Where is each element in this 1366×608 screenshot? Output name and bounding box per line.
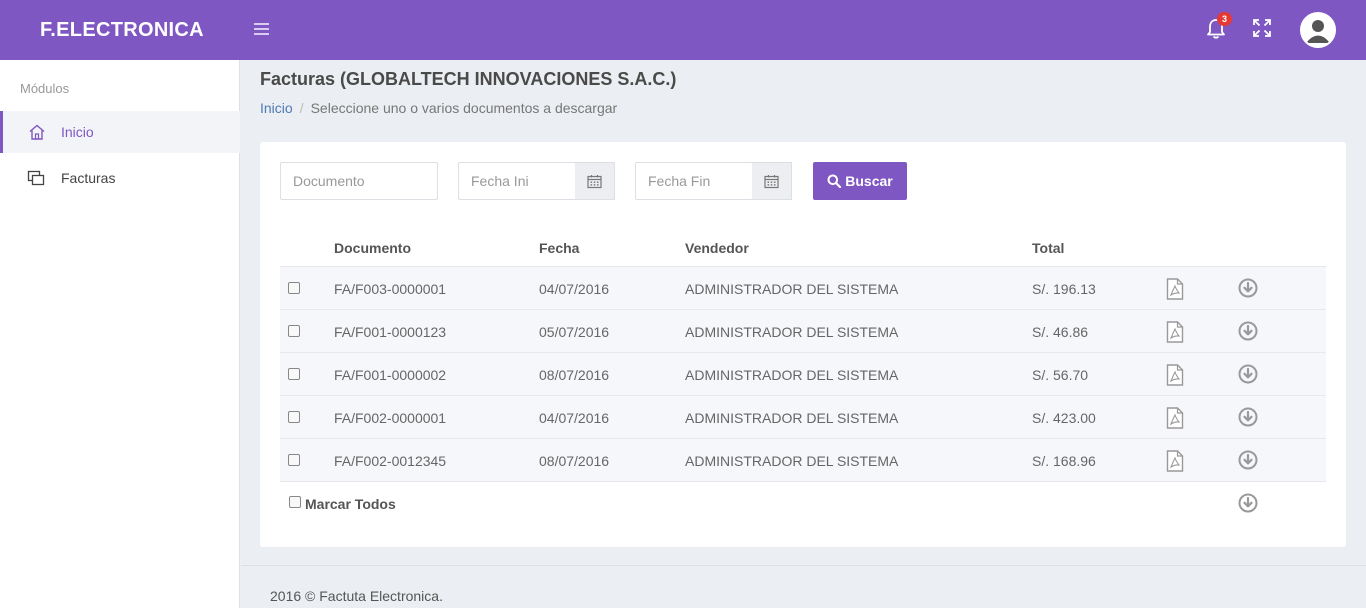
calendar-icon xyxy=(587,175,602,189)
documento-input[interactable] xyxy=(280,162,438,200)
mark-all-checkbox[interactable] xyxy=(289,496,301,508)
download-icon[interactable] xyxy=(1238,407,1258,427)
footer-copyright: 2016 © Factuta Electronica. xyxy=(270,588,443,604)
cell-vendedor: ADMINISTRADOR DEL SISTEMA xyxy=(685,324,899,340)
pdf-file-icon[interactable] xyxy=(1166,364,1184,386)
pdf-file-icon[interactable] xyxy=(1166,321,1184,343)
column-header-fecha: Fecha xyxy=(539,240,580,256)
breadcrumb: Inicio / Seleccione uno o varios documento… xyxy=(260,100,618,116)
cell-documento: FA/F001-0000002 xyxy=(334,367,447,383)
user-icon xyxy=(1302,14,1334,46)
sidebar-item-facturas[interactable]: Facturas xyxy=(0,157,240,199)
cell-total: S/. 196.13 xyxy=(1032,281,1096,297)
download-all-icon[interactable] xyxy=(1238,493,1258,513)
table-row: FA/F001-0000002 08/07/2016 ADMINISTRADOR… xyxy=(280,353,1326,396)
search-icon xyxy=(827,174,842,189)
cell-vendedor: ADMINISTRADOR DEL SISTEMA xyxy=(685,281,899,297)
pdf-file-icon[interactable] xyxy=(1166,278,1184,300)
cell-documento: FA/F002-0012345 xyxy=(334,453,447,469)
column-header-vendedor: Vendedor xyxy=(685,240,749,256)
cell-documento: FA/F001-0000123 xyxy=(334,324,447,340)
search-button-label: Buscar xyxy=(845,173,893,189)
table-row: FA/F003-0000001 04/07/2016 ADMINISTRADOR… xyxy=(280,267,1326,310)
cell-vendedor: ADMINISTRADOR DEL SISTEMA xyxy=(685,410,899,426)
menu-toggle-icon[interactable] xyxy=(254,23,269,37)
calendar-icon xyxy=(764,175,779,189)
row-checkbox[interactable] xyxy=(288,325,300,337)
fecha-ini-calendar-button[interactable] xyxy=(575,162,615,200)
top-navbar: F.ELECTRONICA 3 xyxy=(0,0,1366,60)
cell-documento: FA/F003-0000001 xyxy=(334,281,447,297)
page-footer: 2016 © Factuta Electronica. xyxy=(241,565,1366,608)
row-checkbox[interactable] xyxy=(288,411,300,423)
row-checkbox[interactable] xyxy=(288,368,300,380)
row-checkbox[interactable] xyxy=(288,282,300,294)
cell-documento: FA/F002-0000001 xyxy=(334,410,447,426)
download-icon[interactable] xyxy=(1238,321,1258,341)
fullscreen-icon[interactable] xyxy=(1253,19,1271,37)
column-header-total: Total xyxy=(1032,240,1065,256)
cell-vendedor: ADMINISTRADOR DEL SISTEMA xyxy=(685,367,899,383)
mark-all-label[interactable]: Marcar Todos xyxy=(305,496,396,512)
cell-fecha: 04/07/2016 xyxy=(539,410,610,426)
fecha-fin-calendar-button[interactable] xyxy=(752,162,792,200)
cell-total: S/. 423.00 xyxy=(1032,410,1096,426)
search-button[interactable]: Buscar xyxy=(813,162,907,200)
table-row: FA/F002-0012345 08/07/2016 ADMINISTRADOR… xyxy=(280,439,1326,482)
download-icon[interactable] xyxy=(1238,450,1258,470)
pdf-file-icon[interactable] xyxy=(1166,450,1184,472)
cell-fecha: 04/07/2016 xyxy=(539,281,610,297)
table-footer-row: Marcar Todos xyxy=(280,484,1326,524)
fecha-ini-input[interactable] xyxy=(458,162,576,200)
cell-total: S/. 168.96 xyxy=(1032,453,1096,469)
cell-vendedor: ADMINISTRADOR DEL SISTEMA xyxy=(685,453,899,469)
cell-fecha: 08/07/2016 xyxy=(539,367,610,383)
fecha-fin-input[interactable] xyxy=(635,162,753,200)
invoices-card: Buscar Documento Fecha Vendedor Total FA… xyxy=(260,142,1346,547)
download-icon[interactable] xyxy=(1238,364,1258,384)
home-icon xyxy=(29,124,45,140)
cell-fecha: 08/07/2016 xyxy=(539,453,610,469)
pdf-file-icon[interactable] xyxy=(1166,407,1184,429)
table-row: FA/F002-0000001 04/07/2016 ADMINISTRADOR… xyxy=(280,396,1326,439)
cell-total: S/. 56.70 xyxy=(1032,367,1089,383)
sidebar-title: Módulos xyxy=(20,81,70,96)
user-avatar[interactable] xyxy=(1300,12,1336,48)
cell-fecha: 05/07/2016 xyxy=(539,324,610,340)
breadcrumb-home-link[interactable]: Inicio xyxy=(260,100,293,116)
sidebar-item-label: Inicio xyxy=(61,124,94,140)
sidebar: Módulos Inicio Facturas xyxy=(0,60,240,608)
sidebar-item-inicio[interactable]: Inicio xyxy=(0,111,240,153)
row-checkbox[interactable] xyxy=(288,454,300,466)
breadcrumb-current: Seleccione uno o varios documentos a des… xyxy=(310,100,618,116)
table-row: FA/F001-0000123 05/07/2016 ADMINISTRADOR… xyxy=(280,310,1326,353)
notification-badge: 3 xyxy=(1217,12,1232,26)
cell-total: S/. 46.86 xyxy=(1032,324,1089,340)
documents-icon xyxy=(27,170,45,186)
page-title: Facturas (GLOBALTECH INNOVACIONES S.A.C.… xyxy=(260,69,677,89)
brand-logo[interactable]: F.ELECTRONICA xyxy=(40,19,204,42)
column-header-documento: Documento xyxy=(334,240,411,256)
download-icon[interactable] xyxy=(1238,278,1258,298)
sidebar-item-label: Facturas xyxy=(61,170,116,186)
